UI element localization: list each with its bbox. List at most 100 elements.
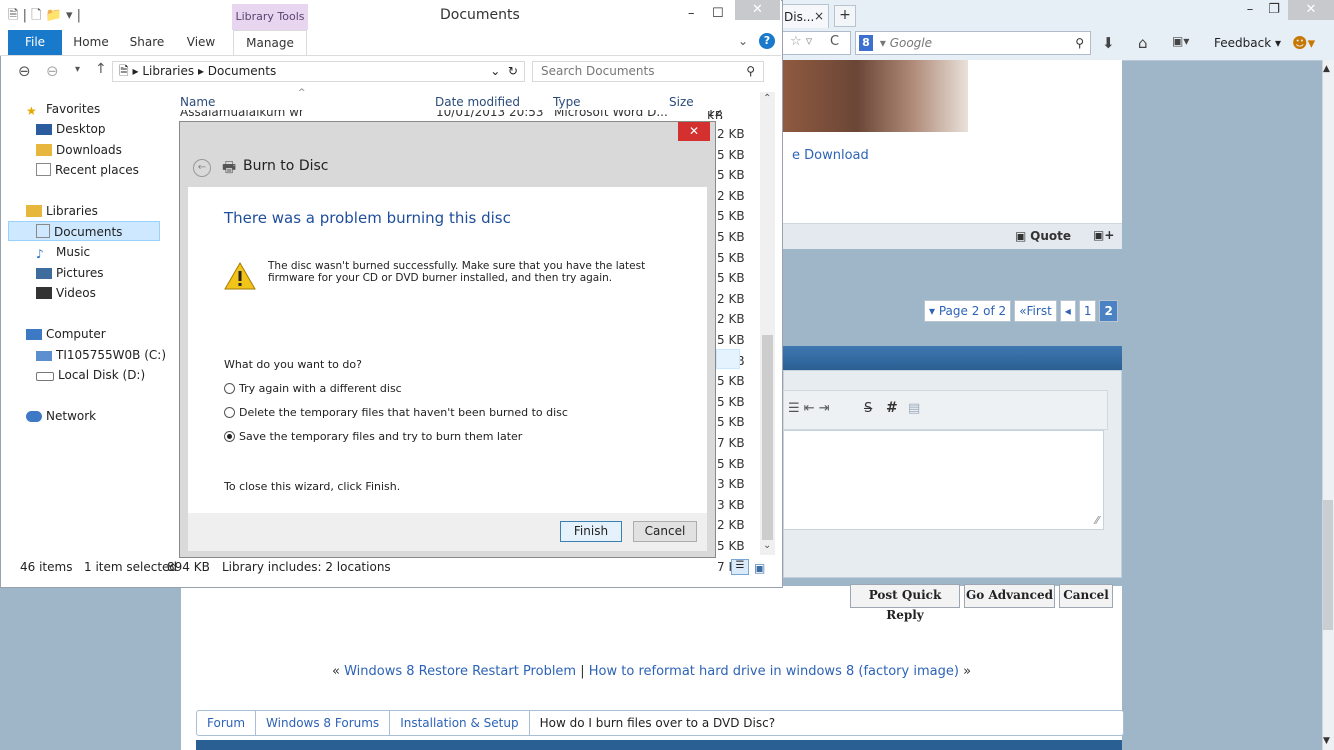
explorer-minimize-button[interactable]: – [688,6,695,21]
column-name[interactable]: Name [180,95,215,109]
multiquote-icon[interactable]: ▣+ [1093,228,1114,242]
scroll-down-icon[interactable]: ▼ [1323,736,1330,746]
file-list-scroll-thumb[interactable] [762,335,773,540]
search-icon[interactable]: ⚲ [746,62,755,81]
radio-try-again[interactable] [224,383,235,394]
nav-favorites[interactable]: ★ Favorites [26,99,100,119]
forward-icon[interactable]: ⊖ [46,62,59,80]
quote-button[interactable]: ▣ Quote [1015,229,1071,243]
search-documents-input[interactable]: Search Documents ⚲ [532,61,764,82]
file-size-cell[interactable]: 3 KB [717,477,745,491]
go-advanced-button[interactable]: Go Advanced [964,584,1055,608]
file-row-partial[interactable]: Assalamualaikum wr 10/01/2013 20:53 Micr… [180,110,740,119]
resize-grip-icon[interactable]: ⁄⁄ [1095,514,1099,527]
download-link[interactable]: e Download [792,148,869,163]
reply-cancel-button[interactable]: Cancel [1059,584,1113,608]
nav-drive-d[interactable]: Local Disk (D:) [36,365,145,385]
home-icon[interactable]: ⌂ [1138,34,1148,52]
address-documents[interactable]: Documents [208,64,276,78]
browser-scroll-thumb[interactable] [1323,500,1333,630]
details-view-icon[interactable]: ☰ [731,559,749,575]
breadcrumb-windows8[interactable]: Windows 8 Forums [256,711,391,735]
column-date-modified[interactable]: Date modified [435,95,520,109]
file-size-cell[interactable]: 3 KB [717,498,745,512]
explorer-close-button[interactable]: ✕ [735,0,780,20]
file-size-cell[interactable]: 7 KB [717,436,745,450]
finish-button[interactable]: Finish [560,521,622,542]
tab-close-icon[interactable]: × [814,4,824,28]
search-engine-box[interactable]: 8 ▾ Google ⚲ [855,31,1091,55]
feedback-menu[interactable]: Feedback ▾ [1214,36,1281,50]
scroll-up-icon[interactable]: ⌃ [763,93,771,104]
page-jump-dropdown[interactable]: ▾ Page 2 of 2 [924,300,1012,322]
up-icon[interactable]: ↑ [95,61,107,77]
file-size-cell[interactable]: 5 KB [717,395,745,409]
nav-desktop[interactable]: Desktop [36,119,106,139]
radio-delete-temp[interactable] [224,407,235,418]
recent-locations-icon[interactable]: ▾ [75,64,80,75]
address-bar[interactable]: 🗎 ▸ Libraries ▸ Documents ⌄ ↻ [112,61,525,82]
browser-close-button[interactable]: ✕ [1288,0,1334,20]
first-page-link[interactable]: «First [1014,300,1057,322]
nav-drive-c[interactable]: TI105755W0B (C:) [36,345,166,365]
browser-restore-button[interactable]: ❐ [1264,0,1284,20]
file-size-cell[interactable]: 5 KB [717,333,745,347]
option-save-temp[interactable]: Save the temporary files and try to burn… [224,430,522,443]
prev-thread-link[interactable]: Windows 8 Restore Restart Problem [344,664,576,679]
monkey-icon[interactable]: ☻▾ [1292,34,1315,52]
nav-recent-places[interactable]: Recent places [36,160,139,180]
file-size-cell[interactable]: 2 KB [717,518,745,532]
browser-scrollbar[interactable] [1322,60,1334,750]
option-try-again[interactable]: Try again with a different disc [224,382,402,395]
paste-icon[interactable]: ▤ [908,401,920,416]
file-size-cell[interactable]: 5 KB [717,251,745,265]
file-size-cell[interactable]: 5 KB [717,374,745,388]
dialog-close-button[interactable]: ✕ [678,122,710,141]
address-libraries[interactable]: Libraries [142,64,194,78]
list-indent-icons[interactable]: ☰ ⇤ ⇥ [788,401,830,416]
reply-textarea[interactable]: ⁄⁄ [783,430,1104,530]
tab-view[interactable]: View [180,30,222,55]
nav-music[interactable]: ♪ Music [36,242,90,262]
back-icon[interactable]: ⊖ [18,62,31,80]
breadcrumb-forum[interactable]: Forum [197,711,257,735]
nav-documents[interactable]: Documents [8,221,160,241]
nav-videos[interactable]: Videos [36,283,96,303]
file-size-cell[interactable]: 5 KB [717,457,745,471]
address-dropdown-refresh-icon[interactable]: ⌄ ↻ [490,62,518,81]
column-type[interactable]: Type [553,95,581,109]
tab-home[interactable]: Home [70,30,112,55]
tab-share[interactable]: Share [126,30,168,55]
breadcrumb-installation[interactable]: Installation & Setup [390,711,530,735]
reload-icon[interactable]: C [830,34,839,49]
file-size-cell[interactable]: 5 KB [717,168,745,182]
tab-manage[interactable]: Manage [233,30,307,55]
new-tab-button[interactable]: + [834,5,856,27]
browser-minimize-button[interactable]: – [1240,0,1260,20]
tab-file[interactable]: File [8,30,62,55]
nav-libraries[interactable]: Libraries [26,201,98,221]
dialog-back-icon[interactable]: ← [193,159,211,177]
large-icons-view-icon[interactable]: ▣ [754,557,765,579]
post-quick-reply-button[interactable]: Post Quick Reply [850,584,960,622]
file-size-cell[interactable]: 5 KB [717,148,745,162]
page-link-1[interactable]: 1 [1078,300,1097,322]
dialog-cancel-button[interactable]: Cancel [633,521,697,542]
search-engine-dropdown-icon[interactable]: ▾ [880,36,886,50]
hash-icon[interactable]: # [886,400,898,416]
help-icon[interactable]: ? [759,33,775,49]
file-size-cell[interactable]: 5 KB [717,271,745,285]
next-thread-link[interactable]: How to reformat hard drive in windows 8 … [589,664,959,679]
file-size-cell[interactable]: 5 KB [717,415,745,429]
option-delete-temp[interactable]: Delete the temporary files that haven't … [224,406,568,419]
nav-network[interactable]: Network [26,406,96,426]
url-bar[interactable]: ☆ ▿ C [781,31,851,55]
file-size-cell[interactable]: 2 KB [717,292,745,306]
file-size-cell[interactable]: 5 KB [717,230,745,244]
radio-save-temp[interactable] [224,431,235,442]
bookmark-star-icon[interactable]: ☆ ▿ [790,34,812,49]
bookmarks-icon[interactable]: ▣▾ [1172,34,1189,48]
file-size-cell[interactable]: 5 KB [717,539,745,553]
download-icon[interactable]: ⬇ [1102,34,1115,52]
column-size[interactable]: Size [669,95,694,109]
